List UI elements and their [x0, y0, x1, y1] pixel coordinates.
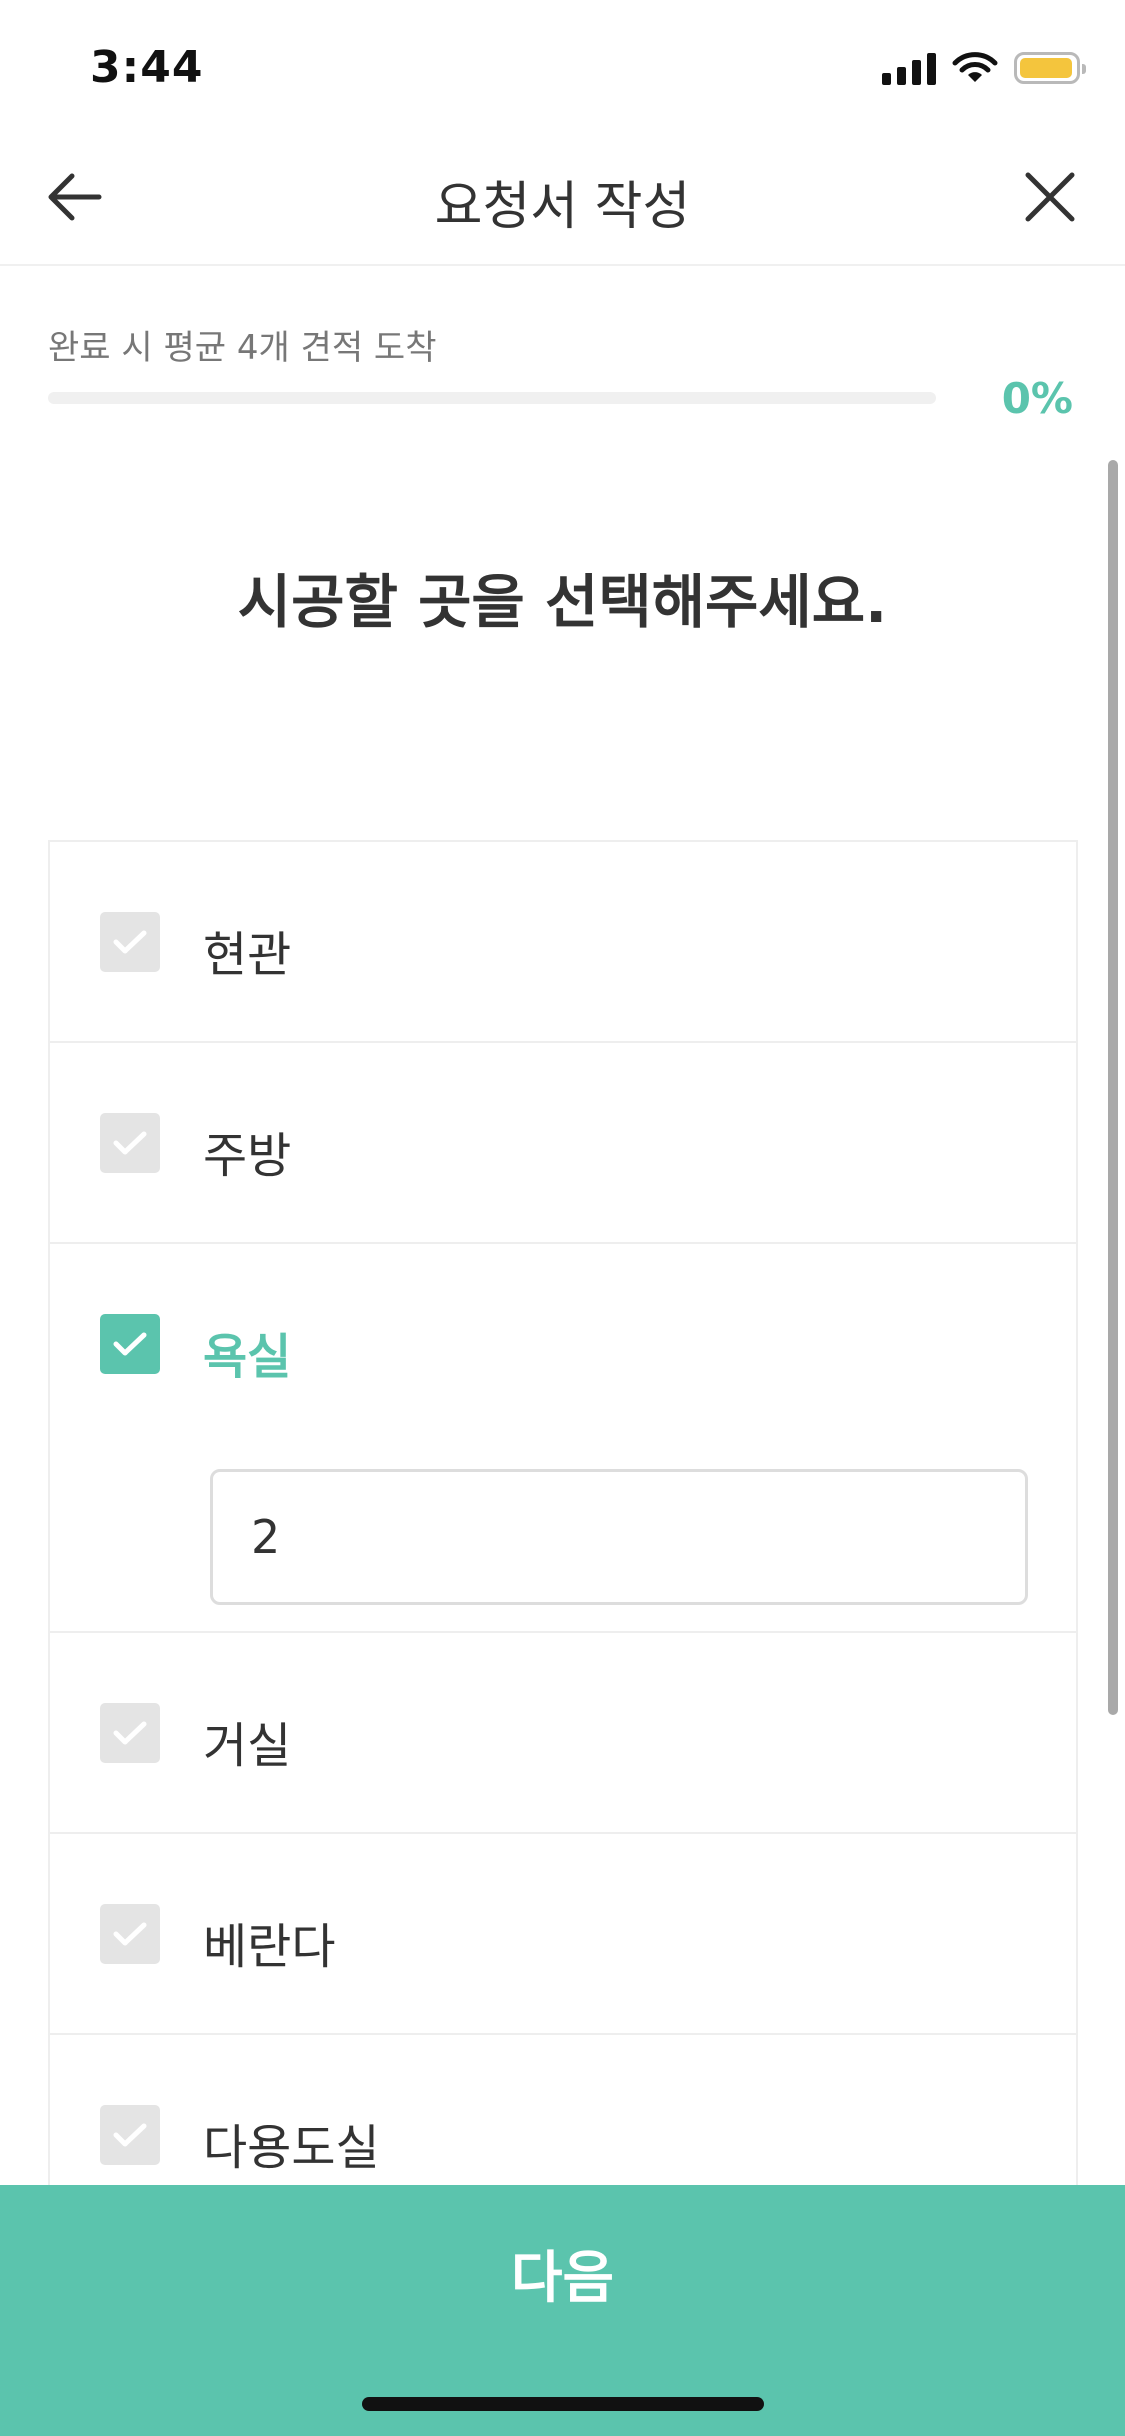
checkbox[interactable] — [100, 1904, 160, 1964]
option-row-bathroom[interactable]: 욕실 — [50, 1244, 1076, 1633]
option-row-living-room[interactable]: 거실 — [50, 1633, 1076, 1834]
option-row-entrance[interactable]: 현관 — [50, 842, 1076, 1043]
status-icons — [882, 48, 1086, 88]
check-icon — [113, 1721, 147, 1745]
check-icon — [113, 2123, 147, 2147]
option-label: 현관 — [203, 927, 292, 983]
progress-caption: 완료 시 평균 4개 견적 도착 — [48, 328, 437, 368]
close-icon — [1025, 172, 1075, 222]
progress-section: 완료 시 평균 4개 견적 도착 0% — [0, 264, 1125, 434]
question-title: 시공할 곳을 선택해주세요. — [237, 568, 888, 636]
cellular-signal-icon — [882, 51, 936, 85]
option-label: 욕실 — [203, 1329, 292, 1385]
battery-icon — [1014, 52, 1086, 84]
check-icon — [113, 1131, 147, 1155]
checkbox[interactable] — [100, 1703, 160, 1763]
home-indicator — [362, 2397, 764, 2411]
status-bar: 3:44 — [0, 0, 1125, 130]
option-label: 주방 — [203, 1128, 292, 1184]
checkbox[interactable] — [100, 912, 160, 972]
progress-bar — [48, 392, 936, 404]
status-time: 3:44 — [90, 42, 204, 93]
progress-percent: 0% — [1001, 374, 1073, 423]
next-button-label: 다음 — [510, 2246, 615, 2311]
close-button[interactable] — [1015, 162, 1085, 232]
option-label: 다용도실 — [203, 2120, 380, 2176]
bathroom-count-input[interactable] — [210, 1469, 1028, 1605]
option-label: 거실 — [203, 1718, 292, 1774]
check-icon — [113, 1922, 147, 1946]
option-label: 베란다 — [203, 1919, 336, 1975]
wifi-icon — [952, 52, 998, 82]
checkbox-checked[interactable] — [100, 1314, 160, 1374]
check-icon — [113, 1332, 147, 1356]
checkbox[interactable] — [100, 2105, 160, 2165]
page-title: 요청서 작성 — [434, 177, 691, 237]
scrollbar[interactable] — [1108, 460, 1118, 1715]
option-row-kitchen[interactable]: 주방 — [50, 1043, 1076, 1244]
option-row-balcony[interactable]: 베란다 — [50, 1834, 1076, 2035]
nav-bar: 요청서 작성 — [0, 130, 1125, 266]
options-list: 현관 주방 욕실 거실 — [48, 840, 1078, 2236]
checkbox[interactable] — [100, 1113, 160, 1173]
check-icon — [113, 930, 147, 954]
